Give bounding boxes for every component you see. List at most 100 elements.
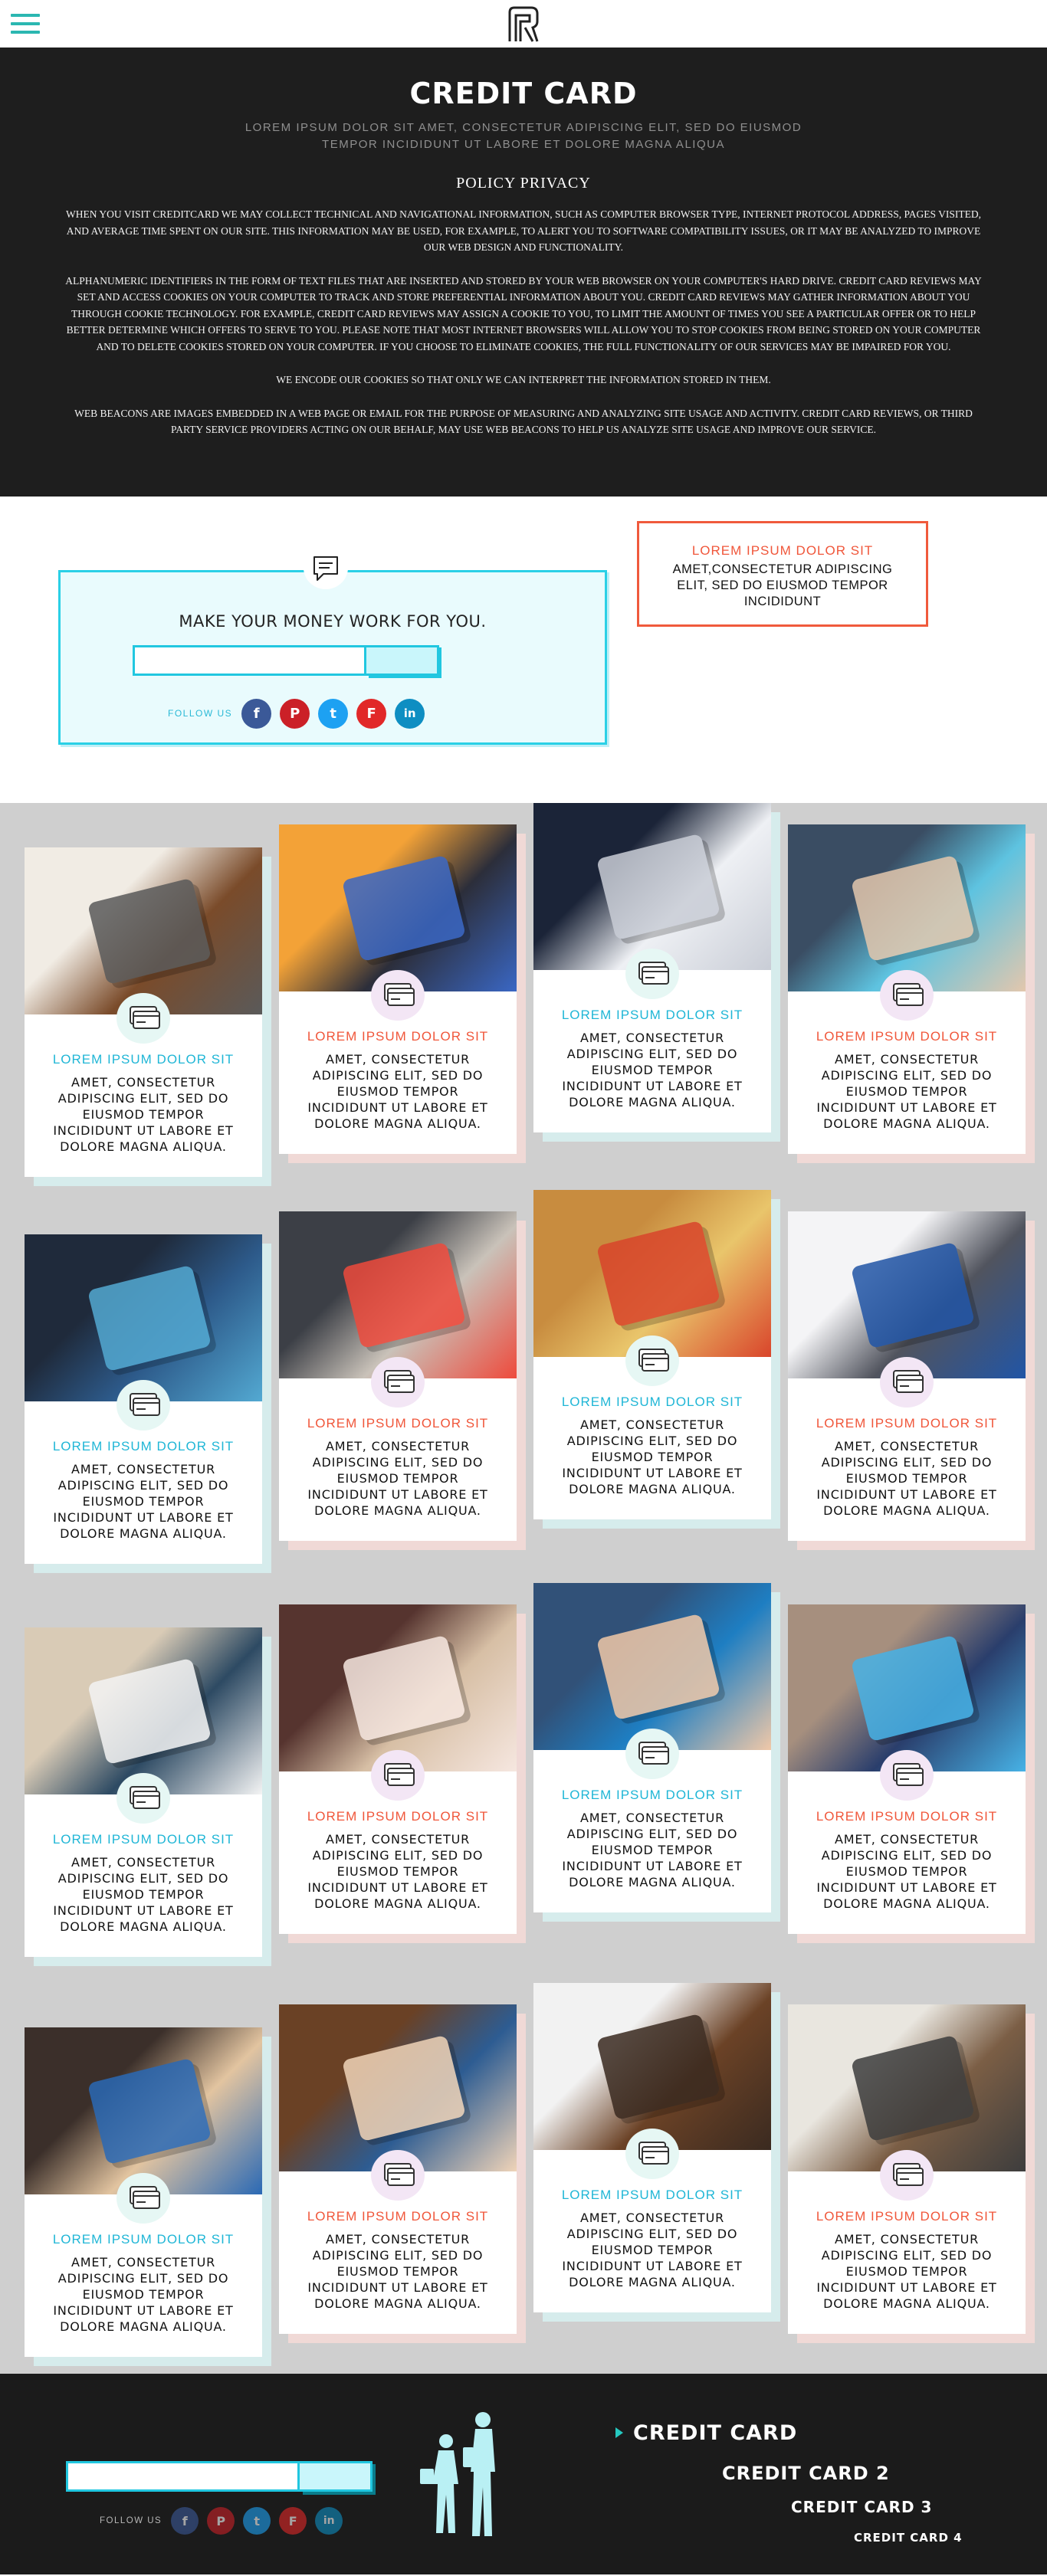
card-title: LOREM IPSUM DOLOR SIT (307, 1416, 489, 1431)
footer-follow-label: FOLLOW US (100, 2516, 162, 2525)
info-card[interactable]: LOREM IPSUM DOLOR SIT AMET, CONSECTETUR A… (788, 1604, 1035, 1943)
card-terminal-photo (788, 1604, 1026, 1771)
card-body: LOREM IPSUM DOLOR SIT AMET, CONSECTETUR A… (533, 803, 771, 1132)
card-text: AMET, CONSECTETUR ADIPISCING ELIT, SED D… (53, 2255, 234, 2334)
card-title: LOREM IPSUM DOLOR SIT (52, 1052, 235, 1067)
card-title: LOREM IPSUM DOLOR SIT (307, 2209, 489, 2224)
info-card[interactable]: LOREM IPSUM DOLOR SIT AMET, CONSECTETUR A… (279, 1604, 526, 1943)
credit-card-icon (117, 2173, 170, 2224)
info-card[interactable]: LOREM IPSUM DOLOR SIT AMET, CONSECTETUR A… (25, 2027, 271, 2366)
card-grid: LOREM IPSUM DOLOR SIT AMET, CONSECTETUR A… (0, 803, 1047, 2374)
card-title: LOREM IPSUM DOLOR SIT (307, 1029, 489, 1044)
card-title: LOREM IPSUM DOLOR SIT (52, 1832, 235, 1847)
wallet-back-pocket-photo (788, 2004, 1026, 2171)
jeans-pocket-card-photo (25, 1234, 262, 1401)
photo-subject (87, 1657, 212, 1765)
info-card[interactable]: LOREM IPSUM DOLOR SIT AMET, CONSECTETUR A… (533, 1190, 780, 1529)
footer-link-credit-card[interactable]: CREDIT CARD (633, 2421, 797, 2445)
info-card[interactable]: LOREM IPSUM DOLOR SIT AMET, CONSECTETUR A… (25, 1234, 271, 1573)
info-card[interactable]: LOREM IPSUM DOLOR SIT AMET, CONSECTETUR A… (25, 847, 271, 1186)
info-card[interactable]: LOREM IPSUM DOLOR SIT AMET, CONSECTETUR A… (279, 824, 526, 1163)
footer-subscribe-form (66, 2461, 373, 2492)
photo-subject (850, 2034, 975, 2142)
card-body: LOREM IPSUM DOLOR SIT AMET, CONSECTETUR A… (279, 1211, 517, 1541)
info-card[interactable]: LOREM IPSUM DOLOR SIT AMET, CONSECTETUR A… (533, 1583, 780, 1922)
policy-paragraph: WEB BEACONS ARE IMAGES EMBEDDED IN A WEB… (74, 407, 973, 436)
subscribe-box: MAKE YOUR MONEY WORK FOR YOU. FOLLOW US … (58, 546, 607, 745)
footer: FOLLOW US f P t F in CREDIT CARD CREDIT … (0, 2374, 1047, 2574)
card-text: AMET, CONSECTETUR ADIPISCING ELIT, SED D… (307, 1052, 488, 1131)
pinterest-icon[interactable]: P (207, 2507, 235, 2535)
laptop-card-payment-photo (279, 1211, 517, 1378)
page-title: CREDIT CARD (409, 77, 638, 110)
pinterest-icon[interactable]: P (280, 698, 310, 729)
social-links: FOLLOW US f P t F in (168, 697, 433, 729)
credit-card-icon (625, 949, 679, 999)
footer-email-input[interactable] (66, 2461, 300, 2492)
credit-card-icon (880, 970, 934, 1021)
info-card[interactable]: LOREM IPSUM DOLOR SIT AMET, CONSECTETUR A… (788, 824, 1035, 1163)
hamburger-menu-icon[interactable] (11, 14, 40, 34)
card-body: LOREM IPSUM DOLOR SIT AMET, CONSECTETUR A… (279, 824, 517, 1154)
card-text: AMET, CONSECTETUR ADIPISCING ELIT, SED D… (562, 1811, 743, 1889)
credit-card-icon (625, 1336, 679, 1386)
card-body: LOREM IPSUM DOLOR SIT AMET, CONSECTETUR A… (533, 1190, 771, 1519)
info-card[interactable]: LOREM IPSUM DOLOR SIT AMET, CONSECTETUR A… (788, 1211, 1035, 1550)
card-body: LOREM IPSUM DOLOR SIT AMET, CONSECTETUR A… (788, 824, 1026, 1154)
walking-businesspeople-icon (420, 2412, 495, 2536)
flipboard-icon[interactable]: F (356, 698, 387, 729)
footer-link-credit-card-2[interactable]: CREDIT CARD 2 (722, 2463, 890, 2484)
card-body: LOREM IPSUM DOLOR SIT AMET, CONSECTETUR A… (533, 1983, 771, 2312)
info-card[interactable]: LOREM IPSUM DOLOR SIT AMET, CONSECTETUR A… (533, 1983, 780, 2322)
card-body: LOREM IPSUM DOLOR SIT AMET, CONSECTETUR A… (25, 1627, 262, 1957)
play-arrow-icon (615, 2427, 623, 2438)
footer-subscribe-button[interactable] (300, 2461, 373, 2492)
policy-title: POLICY PRIVACY (456, 175, 591, 192)
footer-link-credit-card-4[interactable]: CREDIT CARD 4 (854, 2531, 963, 2545)
photo-subject (87, 877, 212, 985)
info-card[interactable]: LOREM IPSUM DOLOR SIT AMET, CONSECTETUR A… (788, 2004, 1035, 2343)
credit-card-icon (117, 993, 170, 1044)
twitter-icon[interactable]: t (243, 2507, 271, 2535)
linkedin-icon[interactable]: in (315, 2507, 343, 2535)
photo-subject (850, 854, 975, 962)
card-body: LOREM IPSUM DOLOR SIT AMET, CONSECTETUR A… (533, 1583, 771, 1912)
photo-subject (341, 1241, 466, 1349)
photo-subject (341, 1634, 466, 1742)
brand-logo-icon[interactable] (507, 5, 540, 43)
card-title: LOREM IPSUM DOLOR SIT (561, 2188, 743, 2202)
card-text: AMET, CONSECTETUR ADIPISCING ELIT, SED D… (53, 1075, 234, 1154)
twitter-icon[interactable]: t (318, 698, 349, 729)
promo-note-title: LOREM IPSUM DOLOR SIT (691, 543, 874, 558)
wallet-coffee-beans-photo (533, 1983, 771, 2150)
linkedin-icon[interactable]: in (395, 698, 425, 729)
facebook-icon[interactable]: f (171, 2507, 199, 2535)
email-input[interactable] (133, 645, 366, 676)
cash-card-wallet-photo (533, 1583, 771, 1750)
promo-note[interactable]: LOREM IPSUM DOLOR SIT AMET,CONSECTETUR A… (637, 521, 928, 627)
credit-card-icon (371, 1357, 425, 1408)
card-title: LOREM IPSUM DOLOR SIT (816, 2209, 998, 2224)
subscribe-section: MAKE YOUR MONEY WORK FOR YOU. FOLLOW US … (0, 497, 1047, 803)
info-card[interactable]: LOREM IPSUM DOLOR SIT AMET, CONSECTETUR A… (279, 2004, 526, 2343)
card-title: LOREM IPSUM DOLOR SIT (816, 1029, 998, 1044)
footer-link-credit-card-3[interactable]: CREDIT CARD 3 (791, 2498, 932, 2516)
woman-shopping-online-photo (279, 1604, 517, 1771)
card-body: LOREM IPSUM DOLOR SIT AMET, CONSECTETUR A… (788, 2004, 1026, 2334)
info-card[interactable]: LOREM IPSUM DOLOR SIT AMET, CONSECTETUR A… (25, 1627, 271, 1966)
flipboard-icon[interactable]: F (279, 2507, 307, 2535)
card-title: LOREM IPSUM DOLOR SIT (816, 1416, 998, 1431)
policy-paragraph: WE ENCODE OUR COOKIES SO THAT ONLY WE CA… (276, 374, 771, 385)
info-card[interactable]: LOREM IPSUM DOLOR SIT AMET, CONSECTETUR A… (533, 803, 780, 1142)
photo-subject (596, 833, 720, 940)
facebook-icon[interactable]: f (241, 698, 272, 729)
card-text: AMET, CONSECTETUR ADIPISCING ELIT, SED D… (307, 1439, 488, 1518)
photo-subject (596, 1220, 720, 1327)
info-card[interactable]: LOREM IPSUM DOLOR SIT AMET, CONSECTETUR A… (279, 1211, 526, 1550)
subscribe-button[interactable] (366, 645, 439, 676)
calculator-coins-photo (279, 824, 517, 991)
credit-card-icon (625, 1729, 679, 1779)
passing-card-photo (279, 2004, 517, 2171)
card-title: LOREM IPSUM DOLOR SIT (52, 2232, 235, 2247)
wallet-in-clamp-photo (25, 847, 262, 1014)
